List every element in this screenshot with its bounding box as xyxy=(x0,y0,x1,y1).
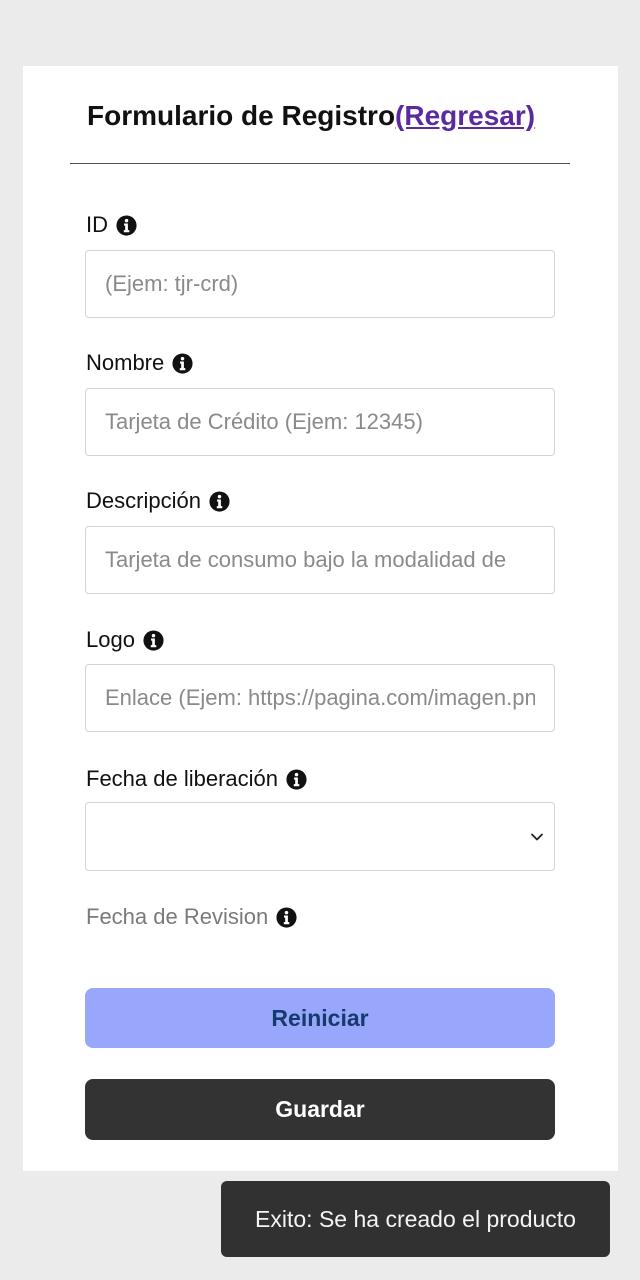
release-date-label-text: Fecha de liberación xyxy=(86,766,279,791)
success-toast: Exito: Se ha creado el producto xyxy=(221,1181,610,1257)
revision-date-label-text: Fecha de Revision xyxy=(86,904,269,929)
id-label-text: ID xyxy=(86,212,108,237)
description-label-text: Descripción xyxy=(86,488,201,513)
reset-button[interactable]: Reiniciar xyxy=(85,988,555,1048)
name-label-text: Nombre xyxy=(86,350,165,375)
save-button[interactable]: Guardar xyxy=(85,1079,555,1140)
revision-date-label: Fecha de Revision xyxy=(86,903,297,931)
description-input[interactable] xyxy=(85,526,555,594)
name-input[interactable] xyxy=(85,388,555,456)
title-divider xyxy=(70,163,570,164)
info-icon[interactable] xyxy=(116,214,137,236)
info-icon[interactable] xyxy=(143,629,164,651)
id-input[interactable] xyxy=(85,250,555,318)
name-label: Nombre xyxy=(86,349,193,377)
release-date-label: Fecha de liberación xyxy=(86,765,307,793)
info-icon[interactable] xyxy=(286,768,307,790)
id-label: ID xyxy=(86,211,137,239)
logo-label-text: Logo xyxy=(86,627,135,652)
logo-label: Logo xyxy=(86,626,164,654)
chevron-down-icon xyxy=(531,833,543,841)
info-icon[interactable] xyxy=(276,906,297,928)
info-icon[interactable] xyxy=(172,352,193,374)
form-title: Formulario de Registro(Regresar) xyxy=(87,96,567,136)
release-date-select[interactable] xyxy=(85,802,555,871)
form-title-text: Formulario de Registro xyxy=(87,100,396,131)
toast-message: Exito: Se ha creado el producto xyxy=(255,1205,576,1232)
registration-form-card: Formulario de Registro(Regresar) ID Nomb… xyxy=(23,66,618,1171)
info-icon[interactable] xyxy=(209,490,230,512)
description-label: Descripción xyxy=(86,487,230,515)
back-link[interactable]: (Regresar) xyxy=(395,100,535,131)
logo-url-input[interactable] xyxy=(85,664,555,732)
